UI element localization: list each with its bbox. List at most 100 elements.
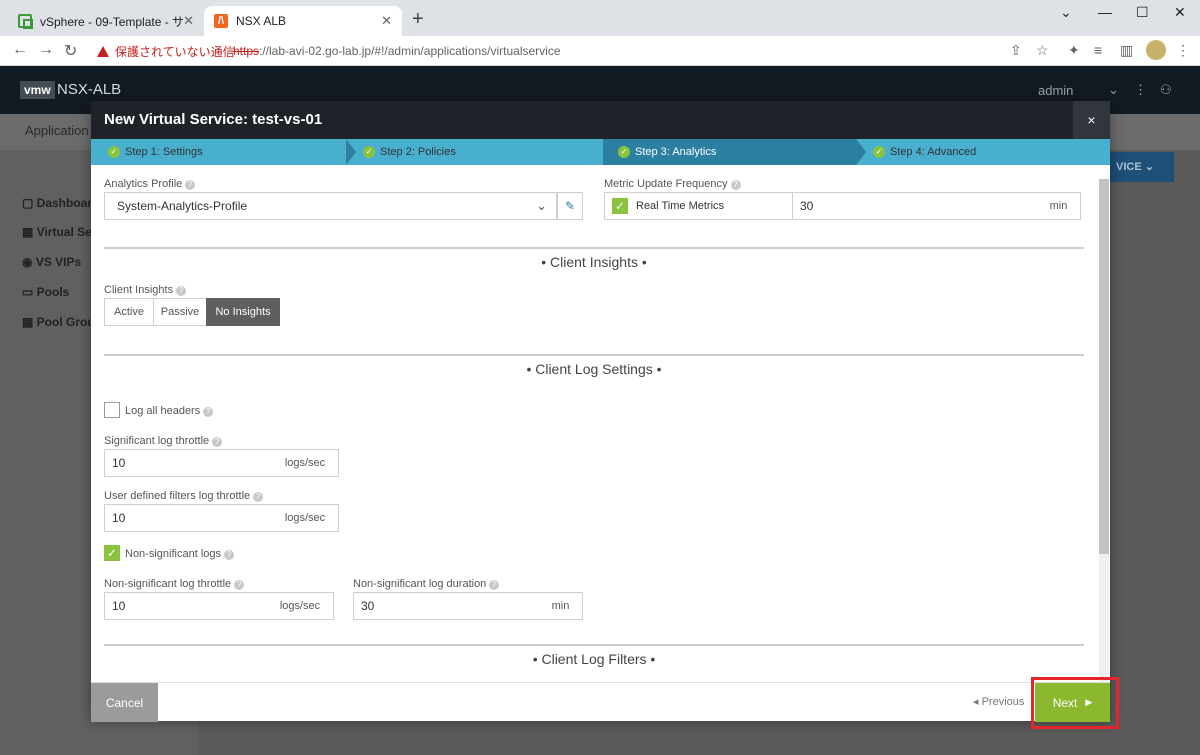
app-title: NSX-ALB: [57, 81, 122, 98]
metric-update-unit: min: [1037, 192, 1081, 220]
user-filters-throttle-input[interactable]: 10: [104, 504, 273, 532]
tab-vsphere[interactable]: vSphere - 09-Template - サマリ ✕: [8, 6, 204, 36]
edit-profile-button[interactable]: ✎: [557, 192, 583, 220]
step-policies[interactable]: ✓ Step 2: Policies: [363, 139, 601, 165]
insights-none-option[interactable]: No Insights: [206, 298, 280, 326]
help-icon[interactable]: ?: [234, 580, 245, 590]
menu-kebab-icon[interactable]: ⋮: [1176, 42, 1190, 59]
help-icon[interactable]: ?: [176, 286, 187, 296]
significant-throttle-input[interactable]: 10: [104, 449, 273, 477]
modal-footer: Cancel ◂ Previous Next ▶: [91, 682, 1110, 722]
analytics-profile-select[interactable]: System-Analytics-Profile ⌄: [104, 192, 557, 220]
tab-nsx-alb[interactable]: /\ NSX ALB ✕: [204, 6, 402, 36]
label-text: Metric Update Frequency: [604, 178, 728, 190]
checkbox-label: Real Time Metrics: [636, 200, 725, 212]
non-significant-logs-label: Non-significant logs?: [125, 548, 234, 560]
tab-search-icon[interactable]: ⌄: [1060, 4, 1072, 21]
non-significant-throttle-label: Non-significant log throttle?: [104, 578, 245, 590]
metric-update-label: Metric Update Frequency?: [604, 178, 741, 190]
subnav-applications[interactable]: Application: [25, 123, 89, 138]
sidebar-item-pools[interactable]: ▭ Pools: [22, 285, 69, 299]
create-virtual-service-button[interactable]: VICE ⌄: [1108, 152, 1174, 182]
non-significant-duration-input[interactable]: 30: [353, 592, 540, 620]
help-icon[interactable]: ?: [203, 407, 214, 417]
warning-icon: [97, 46, 109, 57]
user-icon[interactable]: ⚇: [1160, 82, 1172, 98]
tab-title: vSphere - 09-Template - サマリ: [40, 14, 184, 29]
previous-label: Previous: [981, 696, 1025, 708]
chevron-down-icon[interactable]: ⌄: [1108, 82, 1119, 98]
minimize-icon[interactable]: —: [1098, 4, 1112, 20]
step-advanced[interactable]: ✓ Step 4: Advanced: [873, 139, 1103, 165]
help-icon[interactable]: ?: [224, 550, 234, 560]
help-icon[interactable]: ?: [253, 492, 264, 502]
modal-header: New Virtual Service: test-vs-01 ×: [91, 101, 1110, 139]
step-separator: [346, 139, 356, 165]
new-tab-icon[interactable]: +: [412, 8, 424, 31]
sidebar-item-dashboard[interactable]: ▢ Dashboar: [22, 196, 92, 210]
significant-throttle-label: Significant log throttle?: [104, 435, 223, 447]
reload-icon[interactable]: ↻: [64, 41, 77, 61]
profile-avatar[interactable]: [1146, 40, 1166, 60]
forward-icon[interactable]: →: [38, 41, 54, 59]
non-significant-throttle-input[interactable]: 10: [104, 592, 268, 620]
reading-list-icon[interactable]: ≡: [1094, 42, 1102, 58]
close-tab-icon[interactable]: ✕: [381, 13, 392, 29]
side-panel-icon[interactable]: ▥: [1120, 42, 1133, 59]
client-insights-label: Client Insights?: [104, 284, 187, 296]
label-text: Analytics Profile: [104, 178, 183, 190]
help-icon[interactable]: ?: [489, 580, 500, 590]
check-circle-icon: ✓: [873, 146, 885, 158]
url-path: ://lab-avi-02.go-lab.jp/#!/admin/applica…: [259, 44, 561, 58]
sidebar-item-label: Virtual Se: [36, 225, 92, 239]
url-field[interactable]: https://lab-avi-02.go-lab.jp/#!/admin/ap…: [233, 44, 561, 58]
browser-tab-bar: vSphere - 09-Template - サマリ ✕ /\ NSX ALB…: [0, 0, 1200, 36]
user-menu[interactable]: admin: [1038, 83, 1073, 98]
help-icon[interactable]: ?: [730, 180, 741, 190]
analytics-profile-label: Analytics Profile?: [104, 178, 196, 190]
significant-throttle-unit: logs/sec: [272, 449, 339, 477]
help-icon[interactable]: ?: [212, 437, 223, 447]
insights-passive-option[interactable]: Passive: [153, 298, 207, 326]
security-indicator[interactable]: 保護されていない通信: [97, 43, 235, 60]
create-button-label: VICE: [1116, 161, 1142, 173]
metric-update-input[interactable]: 30: [792, 192, 1038, 220]
scrollbar-thumb[interactable]: [1099, 179, 1109, 554]
nsx-alb-icon: /\: [214, 14, 228, 28]
client-log-filters-heading: • Client Log Filters •: [532, 651, 656, 667]
real-time-metrics-toggle[interactable]: ✓ Real Time Metrics: [604, 192, 793, 220]
user-filters-throttle-label: User defined filters log throttle?: [104, 490, 264, 502]
maximize-icon[interactable]: ☐: [1136, 4, 1149, 21]
cancel-button[interactable]: Cancel: [91, 683, 158, 722]
previous-button[interactable]: ◂ Previous: [973, 695, 1024, 708]
security-label: 保護されていない通信: [115, 45, 235, 59]
modal-close-button[interactable]: ×: [1073, 101, 1110, 139]
sidebar-item-pool-groups[interactable]: ▦ Pool Grou: [22, 315, 95, 329]
log-all-headers-checkbox[interactable]: [104, 402, 120, 418]
extensions-icon[interactable]: ✦: [1068, 42, 1080, 59]
step-analytics[interactable]: ✓ Step 3: Analytics: [603, 139, 856, 165]
non-significant-throttle-unit: logs/sec: [267, 592, 334, 620]
insights-active-option[interactable]: Active: [104, 298, 154, 326]
sidebar-item-vs-vips[interactable]: ◉ VS VIPs: [22, 255, 81, 269]
modal-title: New Virtual Service: test-vs-01: [104, 111, 323, 128]
kebab-menu-icon[interactable]: ⋮: [1134, 82, 1147, 98]
share-icon[interactable]: ⇪: [1010, 42, 1022, 59]
new-virtual-service-modal: New Virtual Service: test-vs-01 × ✓ Step…: [91, 101, 1110, 722]
modal-body: Analytics Profile? System-Analytics-Prof…: [91, 165, 1110, 682]
non-significant-duration-unit: min: [539, 592, 583, 620]
back-icon[interactable]: ←: [12, 41, 28, 59]
window-close-icon[interactable]: ✕: [1174, 4, 1186, 21]
bookmark-star-icon[interactable]: ☆: [1036, 42, 1049, 59]
select-value: System-Analytics-Profile: [117, 199, 248, 213]
check-circle-icon: ✓: [108, 146, 120, 158]
help-icon[interactable]: ?: [185, 180, 196, 190]
address-bar: ← → ↻ 保護されていない通信 https://lab-avi-02.go-l…: [0, 36, 1200, 66]
sidebar-item-virtual-services[interactable]: ▦ Virtual Se: [22, 225, 92, 239]
checkbox-checked-icon[interactable]: ✓: [612, 198, 628, 214]
step-label: Step 2: Policies: [380, 146, 456, 158]
step-settings[interactable]: ✓ Step 1: Settings: [108, 139, 346, 165]
client-log-settings-heading: • Client Log Settings •: [526, 361, 662, 377]
non-significant-logs-checkbox[interactable]: ✓: [104, 545, 120, 561]
close-tab-icon[interactable]: ✕: [183, 13, 194, 29]
